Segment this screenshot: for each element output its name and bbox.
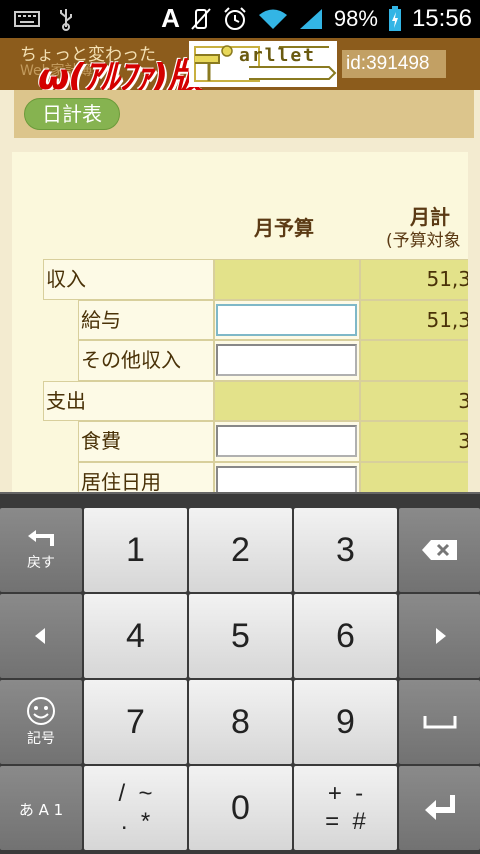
undo-label: 戻す — [27, 555, 55, 571]
key-digit-label: 9 — [336, 702, 355, 741]
undo-key[interactable]: 戻す — [0, 508, 82, 592]
input-mode-label: あ A 1 — [18, 800, 64, 819]
symbols-left-label: / ~ . * — [118, 780, 153, 835]
logo-text: arllet — [239, 45, 317, 66]
smiley-icon — [27, 697, 55, 725]
vibrate-off-icon — [191, 7, 211, 30]
alarm-icon — [224, 6, 246, 30]
row-label: 収入 — [43, 259, 214, 300]
key-digit-2[interactable]: 2 — [189, 508, 292, 592]
budget-cell — [214, 380, 360, 421]
column-subheader-total: (予算対象 — [386, 231, 461, 251]
battery-percent: 98% — [333, 5, 378, 31]
symbols-right-label: + - = # — [325, 780, 366, 835]
symbols-left-key[interactable]: / ~ . * — [84, 766, 187, 850]
budget-cell — [214, 421, 360, 462]
app-header: ちょっと変わった Web家計簿 ω(ｱﾙﾌｧ)版 arllet id:39149… — [0, 38, 480, 90]
symbol-key[interactable]: 記号 — [0, 680, 82, 764]
column-header-budget: 月予算 — [254, 216, 314, 240]
key-digit-label: 1 — [126, 530, 145, 569]
total-cell: 3 — [360, 380, 468, 421]
key-digit-label: 8 — [231, 702, 250, 741]
backspace-icon — [421, 540, 457, 560]
budget-cell — [214, 340, 360, 381]
key-digit-label: 5 — [231, 616, 250, 655]
budget-input[interactable] — [216, 303, 357, 336]
enter-key[interactable] — [399, 766, 480, 850]
clock: 15:56 — [411, 4, 472, 32]
tab-daily-report[interactable]: 日計表 — [24, 98, 120, 130]
space-icon — [423, 716, 456, 729]
key-digit-label: 3 — [336, 530, 355, 569]
app-logo[interactable]: arllet — [189, 41, 337, 87]
key-digit-7[interactable]: 7 — [84, 680, 187, 764]
key-digit-label: 7 — [126, 702, 145, 741]
key-digit-5[interactable]: 5 — [189, 594, 292, 678]
signal-icon — [299, 8, 322, 29]
total-cell: 3 — [360, 421, 468, 462]
budget-input[interactable] — [216, 425, 357, 457]
row-label: 食費 — [78, 421, 214, 462]
key-digit-3[interactable]: 3 — [294, 508, 397, 592]
enter-icon — [424, 795, 455, 820]
key-digit-8[interactable]: 8 — [189, 680, 292, 764]
key-digit-9[interactable]: 9 — [294, 680, 397, 764]
wifi-icon — [258, 9, 287, 29]
total-cell — [360, 340, 468, 381]
arrow-left-icon — [35, 628, 45, 644]
space-key[interactable] — [399, 680, 480, 764]
row-label: その他収入 — [78, 340, 214, 381]
numeric-keyboard: 1 2 3 4 5 6 7 8 9 0 戻す記号あ A 1 / ~ . * + - = # — [0, 492, 480, 854]
tab-strip: 日計表 — [14, 90, 474, 138]
key-digit-6[interactable]: 6 — [294, 594, 397, 678]
cursor-right-key[interactable] — [399, 594, 480, 678]
user-id: id:391498 — [342, 50, 446, 78]
symbols-right-key[interactable]: + - = # — [294, 766, 397, 850]
battery-icon — [388, 5, 401, 31]
budget-cell — [214, 259, 360, 300]
undo-icon — [28, 530, 54, 546]
key-digit-label: 4 — [126, 616, 145, 655]
key-digit-4[interactable]: 4 — [84, 594, 187, 678]
status-bar: A 98% 15:56 — [0, 0, 480, 38]
budget-cell — [214, 299, 360, 340]
row-label: 支出 — [43, 380, 214, 421]
budget-table: 月予算 月計 (予算対象 収入51,3給与51,3その他収入支出3食費3居住日用 — [12, 152, 468, 497]
key-digit-label: 2 — [231, 530, 250, 569]
key-digit-label: 0 — [231, 788, 250, 827]
row-label: 給与 — [78, 299, 214, 340]
usb-icon — [60, 9, 72, 31]
backspace-key[interactable] — [399, 508, 480, 592]
arrow-right-icon — [435, 628, 446, 644]
symbol-label: 記号 — [27, 731, 55, 747]
key-digit-label: 6 — [336, 616, 355, 655]
app-version-label: ω(ｱﾙﾌｧ)版 — [38, 57, 203, 90]
key-digit-1[interactable]: 1 — [84, 508, 187, 592]
total-cell: 51,3 — [360, 299, 468, 340]
total-cell: 51,3 — [360, 259, 468, 300]
keyboard-icon — [14, 11, 40, 27]
input-mode-key[interactable]: あ A 1 — [0, 766, 82, 850]
notification-letter: A — [161, 3, 180, 33]
key-digit-0[interactable]: 0 — [189, 766, 292, 850]
budget-input[interactable] — [216, 344, 357, 376]
cursor-left-key[interactable] — [0, 594, 82, 678]
